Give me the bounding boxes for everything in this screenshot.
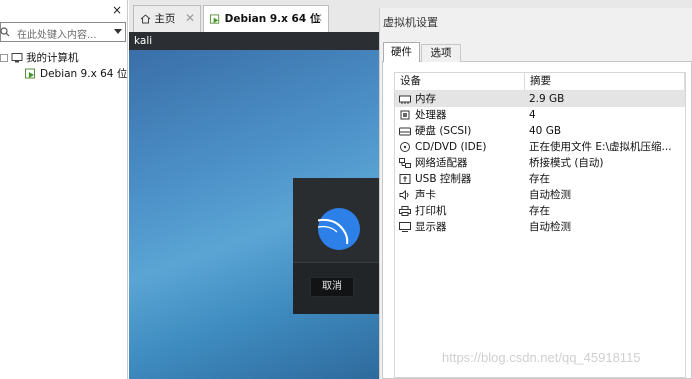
device-name: USB 控制器 <box>415 173 472 185</box>
device-row-printer[interactable]: 打印机 存在 <box>395 203 685 219</box>
tab-label: 主页 <box>154 13 176 25</box>
device-name: 打印机 <box>415 205 447 217</box>
cd-icon <box>400 142 410 152</box>
device-summary: 4 <box>529 109 536 121</box>
watermark: https://blog.csdn.net/qq_45918115 <box>442 350 641 365</box>
device-row-disk[interactable]: 硬盘 (SCSI) 40 GB <box>395 123 685 139</box>
device-summary: 桥接模式 (自动) <box>529 157 604 169</box>
tab-hardware[interactable]: 硬件 <box>383 42 420 62</box>
cancel-button[interactable]: 取消 <box>310 277 354 297</box>
chevron-down-icon[interactable] <box>114 29 122 34</box>
device-name: CD/DVD (IDE) <box>415 141 487 153</box>
search-input[interactable]: 在此处键入内容... <box>0 22 126 42</box>
search-icon <box>0 27 10 37</box>
device-table: 设备 摘要 内存 2.9 GB 处理器 4 硬盘 (SCSI) 40 GB CD… <box>394 72 686 378</box>
memory-icon <box>399 95 411 104</box>
device-row-usb[interactable]: USB 控制器 存在 <box>395 171 685 187</box>
cpu-icon <box>400 110 410 120</box>
tree-item-my-computer[interactable]: 我的计算机 <box>0 50 79 66</box>
device-summary: 存在 <box>529 205 550 217</box>
device-row-memory[interactable]: 内存 2.9 GB <box>395 91 685 107</box>
tree-item-vm[interactable]: Debian 9.x 64 位 <box>25 66 127 82</box>
device-row-display[interactable]: 显示器 自动检测 <box>395 219 685 235</box>
tree-item-label: Debian 9.x 64 位 <box>40 68 127 80</box>
vm-icon <box>25 68 35 79</box>
device-summary: 正在使用文件 E:\虚拟机压缩... <box>529 141 672 153</box>
column-header-device[interactable]: 设备 <box>395 73 525 91</box>
disk-icon <box>399 127 411 136</box>
device-summary: 自动检测 <box>529 221 571 233</box>
display-icon <box>399 222 411 232</box>
vm-icon <box>210 13 220 24</box>
printer-icon <box>399 206 411 216</box>
vm-titlebar: kali <box>129 32 379 50</box>
device-name: 内存 <box>415 93 436 105</box>
search-placeholder: 在此处键入内容... <box>17 30 97 41</box>
tab-options[interactable]: 选项 <box>421 44 461 62</box>
device-row-sound[interactable]: 声卡 自动检测 <box>395 187 685 203</box>
usb-icon <box>399 174 411 184</box>
tree-item-label: 我的计算机 <box>26 52 79 64</box>
computer-icon <box>11 53 23 63</box>
tab-label: Debian 9.x 64 位 <box>224 13 321 25</box>
device-row-network[interactable]: 网络适配器 桥接模式 (自动) <box>395 155 685 171</box>
device-summary: 存在 <box>529 173 550 185</box>
device-row-cpu[interactable]: 处理器 4 <box>395 107 685 123</box>
device-row-cd-dvd[interactable]: CD/DVD (IDE) 正在使用文件 E:\虚拟机压缩... <box>395 139 685 155</box>
device-summary: 40 GB <box>529 125 562 137</box>
tab-vm[interactable]: Debian 9.x 64 位 ✕ <box>203 5 329 32</box>
device-name: 网络适配器 <box>415 157 468 169</box>
device-name: 处理器 <box>415 109 447 121</box>
dialog-title: 虚拟机设置 <box>383 16 438 29</box>
device-summary: 自动检测 <box>529 189 571 201</box>
device-summary: 2.9 GB <box>529 93 565 105</box>
device-name: 声卡 <box>415 189 436 201</box>
tree-expander-icon[interactable] <box>0 54 8 62</box>
kali-logo-icon <box>311 208 360 250</box>
device-name: 硬盘 (SCSI) <box>415 125 472 137</box>
column-header-summary[interactable]: 摘要 <box>525 73 685 91</box>
device-name: 显示器 <box>415 221 447 233</box>
sound-icon <box>399 190 409 200</box>
tab-home[interactable]: 主页 ✕ <box>133 5 201 32</box>
close-icon[interactable]: ✕ <box>185 11 195 25</box>
close-icon[interactable]: ✕ <box>313 11 323 25</box>
close-icon[interactable]: × <box>110 3 124 17</box>
home-icon <box>140 14 151 24</box>
network-icon <box>399 158 411 168</box>
